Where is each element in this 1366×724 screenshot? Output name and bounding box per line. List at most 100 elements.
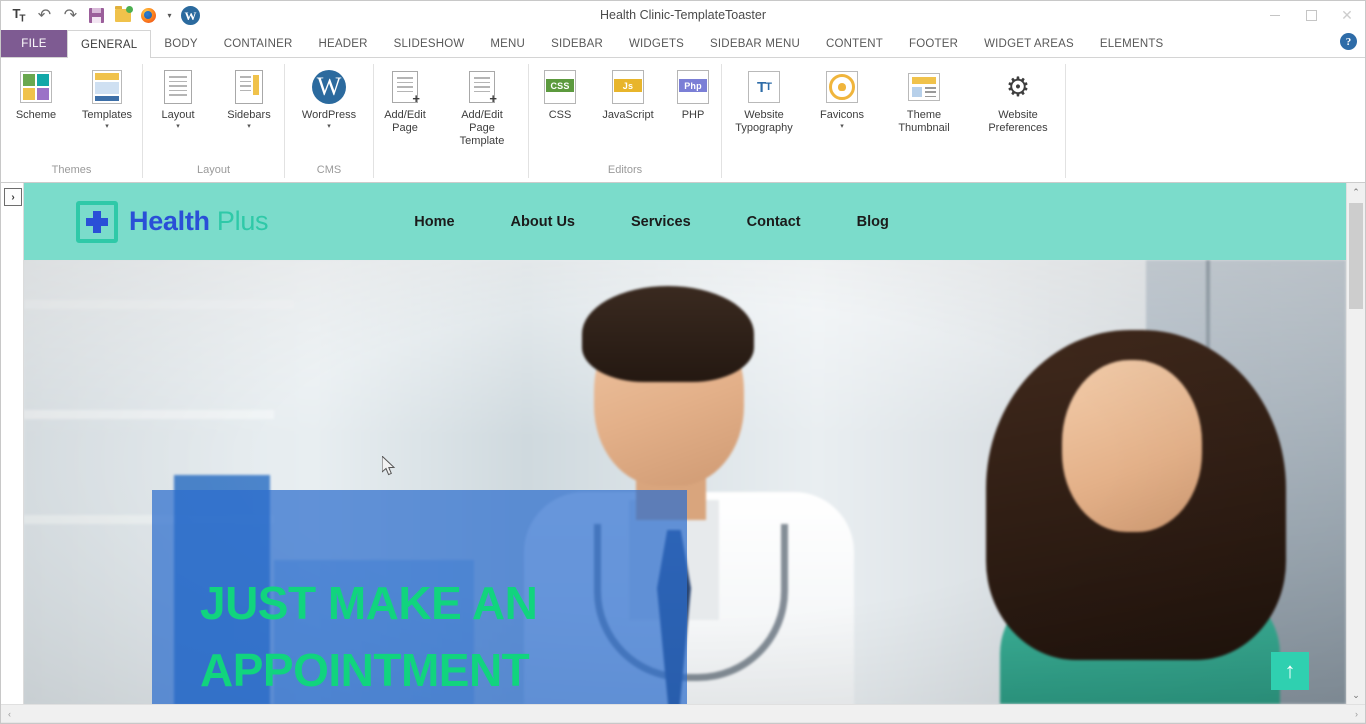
ribbon-group-cms: W WordPress ▾ CMS [285,58,373,182]
group-label-editors: Editors [607,164,643,176]
tab-general[interactable]: GENERAL [67,30,152,58]
favicons-button[interactable]: Favicons ▾ [807,64,877,130]
tab-body[interactable]: BODY [151,30,210,57]
tab-footer[interactable]: FOOTER [896,30,971,57]
redo-icon[interactable]: ↷ [61,6,80,25]
scroll-right-button[interactable]: › [1348,705,1365,722]
sidebars-icon [235,68,263,106]
ribbon-tab-strip: FILE GENERAL BODY CONTAINER HEADER SLIDE… [1,30,1365,58]
favicons-icon [826,68,858,106]
horizontal-scroll-track[interactable] [18,705,1348,722]
tab-slideshow[interactable]: SLIDESHOW [381,30,478,57]
group-label-cms: CMS [316,164,342,176]
brand-text: Health Plus [129,206,269,237]
undo-icon[interactable]: ↶ [35,6,54,25]
wordpress-button[interactable]: W WordPress ▾ [285,64,373,130]
layout-button[interactable]: Layout ▾ [143,64,213,130]
templates-label: Templates [81,109,133,121]
vertical-scroll-thumb[interactable] [1349,203,1363,309]
php-file-icon: Php [677,68,709,106]
chevron-down-icon[interactable]: ▾ [176,123,180,130]
add-edit-page-label: Add/Edit Page [384,109,426,134]
ribbon-group-themes: Scheme Templates ▾ Themes [1,58,142,182]
nav-item-about-us[interactable]: About Us [483,214,603,230]
preview-horizontal-scrollbar[interactable]: ‹ › [1,704,1365,722]
javascript-editor-button[interactable]: Js JavaScript [591,64,665,122]
browser-preview-icon[interactable] [139,6,158,25]
add-edit-page-template-label: Add/Edit Page Template [459,109,505,147]
nav-item-services[interactable]: Services [603,214,719,230]
nav-item-contact[interactable]: Contact [719,214,829,230]
scroll-to-top-button[interactable]: ↑ [1271,652,1309,690]
site-preview-canvas[interactable]: Health Plus Home About Us Services Conta… [24,183,1346,704]
chevron-down-icon[interactable]: ▾ [327,123,331,130]
tab-file[interactable]: FILE [1,30,67,57]
site-header[interactable]: Health Plus Home About Us Services Conta… [24,183,1346,260]
theme-thumbnail-label: Theme Thumbnail [898,109,950,134]
wordpress-icon: W [312,68,346,106]
site-logo[interactable]: Health Plus [76,200,269,243]
layout-icon [164,68,192,106]
tab-container[interactable]: CONTAINER [211,30,306,57]
add-edit-page-button[interactable]: + Add/Edit Page [374,64,436,135]
window-controls: ✕ [1257,1,1365,30]
tab-menu[interactable]: MENU [477,30,538,57]
save-icon[interactable] [87,6,106,25]
css-file-icon: CSS [544,68,576,106]
website-preferences-button[interactable]: ⚙ Website Preferences [971,64,1065,135]
add-edit-page-template-button[interactable]: + Add/Edit Page Template [436,64,528,148]
add-edit-page-icon: + [392,68,420,106]
title-bar: TT ↶ ↷ ▾ W Health Clinic-TemplateToaster… [1,1,1365,30]
css-label: CSS [548,109,572,121]
hero-slideshow[interactable]: JUST MAKE AN APPOINTMENT ↑ [24,260,1346,704]
tab-elements[interactable]: ELEMENTS [1087,30,1177,57]
restore-button[interactable] [1293,1,1329,30]
chevron-down-icon[interactable]: ▾ [105,123,109,130]
css-editor-button[interactable]: CSS CSS [529,64,591,122]
brand-second-word: Plus [216,206,269,236]
close-button[interactable]: ✕ [1329,1,1365,30]
tab-content[interactable]: CONTENT [813,30,896,57]
wordpress-icon[interactable]: W [181,6,200,25]
scroll-left-button[interactable]: ‹ [1,705,18,722]
ribbon-group-editors: CSS CSS Js JavaScript Php PHP Editors [529,58,721,182]
add-edit-page-template-icon: + [469,68,497,106]
group-label-pages [374,162,528,182]
tab-sidebar[interactable]: SIDEBAR [538,30,616,57]
group-label-themes: Themes [51,164,92,176]
ribbon-group-website: TT Website Typography Favicons ▾ Theme T… [722,58,1065,182]
open-folder-icon[interactable] [113,6,133,25]
layout-label: Layout [161,109,195,121]
preview-dropdown-icon[interactable]: ▾ [165,6,174,25]
hero-title: JUST MAKE AN APPOINTMENT [200,577,538,696]
ribbon: Scheme Templates ▾ Themes Layout ▾ Sideb… [1,58,1365,183]
nav-item-blog[interactable]: Blog [829,214,917,230]
theme-thumbnail-button[interactable]: Theme Thumbnail [878,64,970,135]
tab-sidebar-menu[interactable]: SIDEBAR MENU [697,30,813,57]
preview-vertical-scrollbar[interactable]: ⌃ ⌄ [1346,183,1365,704]
help-icon[interactable]: ? [1340,33,1357,50]
theme-thumbnail-icon [908,68,940,106]
site-nav: Home About Us Services Contact Blog [386,214,917,230]
website-typography-button[interactable]: TT Website Typography [722,64,806,135]
tab-header[interactable]: HEADER [305,30,380,57]
website-typography-icon: TT [748,68,780,106]
nav-item-home[interactable]: Home [386,214,482,230]
tab-widgets[interactable]: WIDGETS [616,30,697,57]
website-preferences-icon: ⚙ [1005,72,1031,102]
window-title: Health Clinic-TemplateToaster [599,8,767,22]
scroll-down-button[interactable]: ⌄ [1347,686,1365,704]
php-editor-button[interactable]: Php PHP [665,64,721,122]
chevron-down-icon[interactable]: ▾ [247,123,251,130]
minimize-button[interactable] [1257,1,1293,30]
tab-widget-areas[interactable]: WIDGET AREAS [971,30,1087,57]
left-rail: › [1,183,24,704]
hero-caption-box[interactable]: JUST MAKE AN APPOINTMENT [152,490,687,704]
scroll-up-button[interactable]: ⌃ [1347,183,1365,201]
expand-panel-button[interactable]: › [4,188,22,206]
scheme-button[interactable]: Scheme [1,64,71,122]
typography-icon[interactable]: TT [9,6,28,25]
chevron-down-icon[interactable]: ▾ [840,123,844,130]
templates-button[interactable]: Templates ▾ [72,64,142,130]
sidebars-button[interactable]: Sidebars ▾ [214,64,284,130]
